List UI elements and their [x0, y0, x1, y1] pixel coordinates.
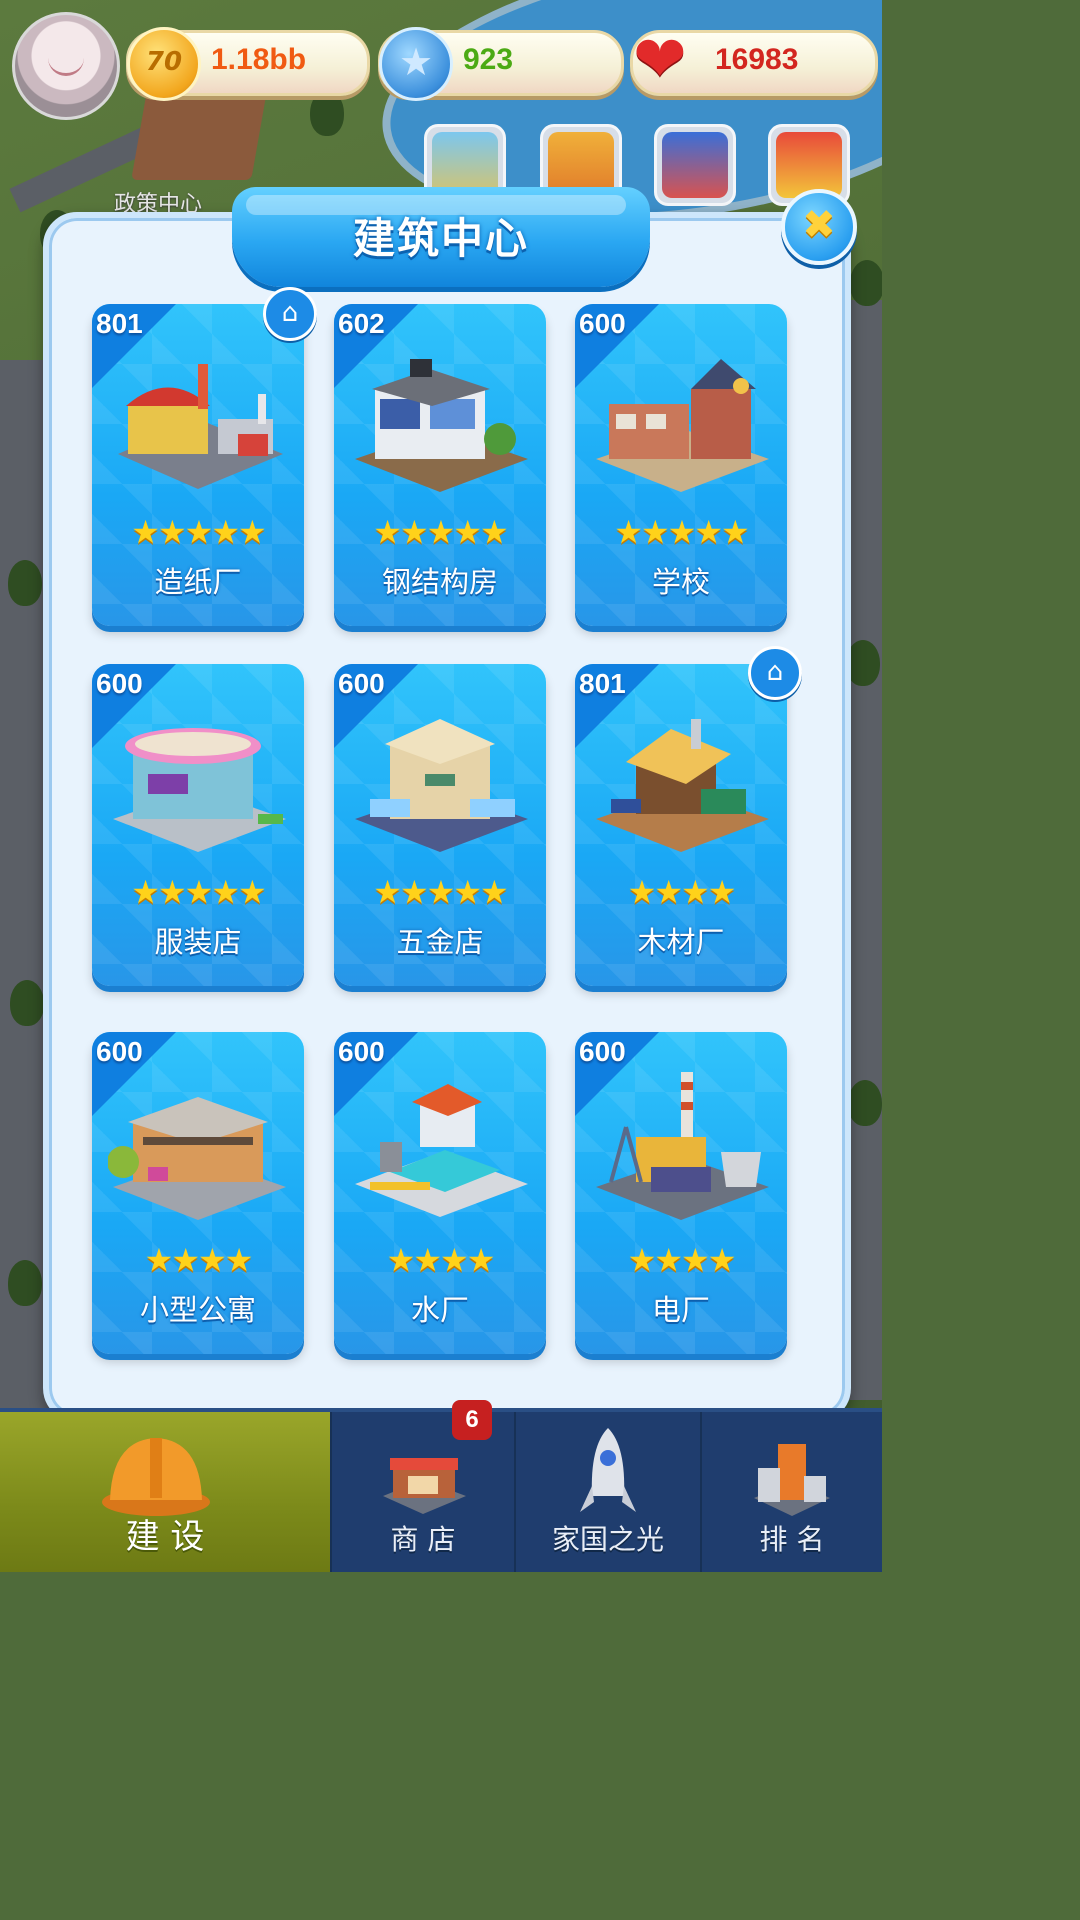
rocket-icon	[580, 1428, 636, 1512]
building-card-paper-mill[interactable]: 801 ★★★★★ 造纸厂	[92, 304, 304, 626]
nav-rank-label: 排 名	[759, 1523, 825, 1556]
building-level: 600	[338, 668, 385, 699]
lumber-mill-illustration	[596, 719, 769, 852]
rocket-event-icon[interactable]	[654, 124, 736, 206]
star-rating: ★★★★★	[131, 513, 266, 551]
leaderboard-icon	[754, 1444, 830, 1516]
dialog-title: 建筑中心	[352, 214, 529, 263]
nav-shop-label: 商 店	[390, 1523, 456, 1556]
heart-icon: ❤	[633, 23, 687, 97]
home-badge-paper-mill[interactable]: ⌂	[263, 287, 317, 341]
building-card-power-plant[interactable]: 600 ★★★★ 电厂	[575, 1032, 787, 1354]
power-plant-illustration	[596, 1072, 769, 1220]
home-icon: ⌂	[766, 657, 784, 687]
building-card-steel-house[interactable]: 602 ★★★★★ 钢结构房	[334, 304, 546, 626]
player-avatar[interactable]	[12, 12, 120, 120]
school-illustration	[596, 359, 769, 492]
star-gem-amount: 923	[463, 43, 514, 76]
bottom-navigation: 建 设 商 店 家国之光 排 名	[0, 1408, 882, 1572]
nav-build[interactable]: 建 设	[0, 1412, 330, 1572]
water-plant-illustration	[355, 1084, 528, 1217]
building-level: 600	[96, 668, 143, 699]
star-gem-counter[interactable]: ★ 923	[378, 27, 624, 101]
building-card-small-apartment[interactable]: 600 ★★★★ 小型公寓	[92, 1032, 304, 1354]
building-name: 水厂	[410, 1293, 469, 1327]
building-level: 600	[579, 308, 626, 339]
building-level: 602	[338, 308, 385, 339]
building-name: 小型公寓	[139, 1293, 256, 1327]
home-icon: ⌂	[281, 298, 299, 328]
hardware-store-illustration	[355, 719, 528, 852]
shop-icon	[383, 1458, 466, 1514]
building-name: 服装店	[154, 925, 242, 959]
star-rating: ★★★★★	[373, 513, 508, 551]
coin-counter[interactable]: 70 1.18bb	[126, 27, 370, 101]
nav-homeland-label: 家国之光	[551, 1523, 664, 1556]
building-level: 600	[96, 1036, 143, 1067]
building-name: 木材厂	[637, 925, 725, 959]
home-badge-lumber-mill[interactable]: ⌂	[748, 646, 802, 700]
star-rating: ★★★★★	[614, 513, 749, 551]
star-rating: ★★★★★	[373, 873, 508, 911]
heart-amount: 16983	[715, 43, 799, 76]
nav-build-label: 建 设	[125, 1517, 205, 1557]
building-name: 五金店	[396, 925, 484, 959]
close-button[interactable]: ✖	[781, 189, 857, 265]
star-rating: ★★★★	[386, 1241, 496, 1279]
star-gem-icon: ★	[379, 27, 453, 101]
building-level: 801	[579, 668, 626, 699]
small-apartment-illustration	[108, 1097, 286, 1220]
building-card-hardware-store[interactable]: 600 ★★★★★ 五金店	[334, 664, 546, 986]
nav-homeland-light[interactable]: 家国之光	[516, 1412, 700, 1572]
shop-notification-badge: 6	[452, 1400, 492, 1440]
paper-mill-illustration	[118, 364, 283, 489]
close-icon: ✖	[802, 202, 836, 248]
building-card-lumber-mill[interactable]: 801 ★★★★ 木材厂	[575, 664, 787, 986]
building-card-grid[interactable]: 801 ★★★★★ 造纸厂 602 ★★★★★ 钢结构房 600 ★★★★★ 学…	[48, 304, 834, 1398]
hard-hat-icon	[102, 1438, 210, 1516]
building-card-school[interactable]: 600 ★★★★★ 学校	[575, 304, 787, 626]
star-rating: ★★★★	[627, 1241, 737, 1279]
building-card-water-plant[interactable]: 600 ★★★★ 水厂	[334, 1032, 546, 1354]
star-rating: ★★★★★	[131, 873, 266, 911]
star-rating: ★★★★	[144, 1241, 254, 1279]
nav-rank[interactable]: 排 名	[702, 1412, 882, 1572]
dialog-title-banner: 建筑中心	[232, 187, 650, 287]
building-name: 造纸厂	[154, 565, 242, 599]
coin-amount: 1.18bb	[211, 43, 307, 76]
building-name: 学校	[651, 565, 710, 599]
coin-icon: 70	[127, 27, 201, 101]
building-level: 600	[579, 1036, 626, 1067]
star-rating: ★★★★	[627, 873, 737, 911]
steel-house-illustration	[355, 359, 528, 492]
building-level: 801	[96, 308, 143, 339]
building-name: 钢结构房	[381, 565, 498, 599]
building-card-clothing-store[interactable]: 600 ★★★★★ 服装店	[92, 664, 304, 986]
building-name: 电厂	[651, 1293, 710, 1327]
clothing-store-illustration	[113, 728, 286, 852]
building-level: 600	[338, 1036, 385, 1067]
heart-counter[interactable]: ❤ 16983	[630, 23, 878, 97]
